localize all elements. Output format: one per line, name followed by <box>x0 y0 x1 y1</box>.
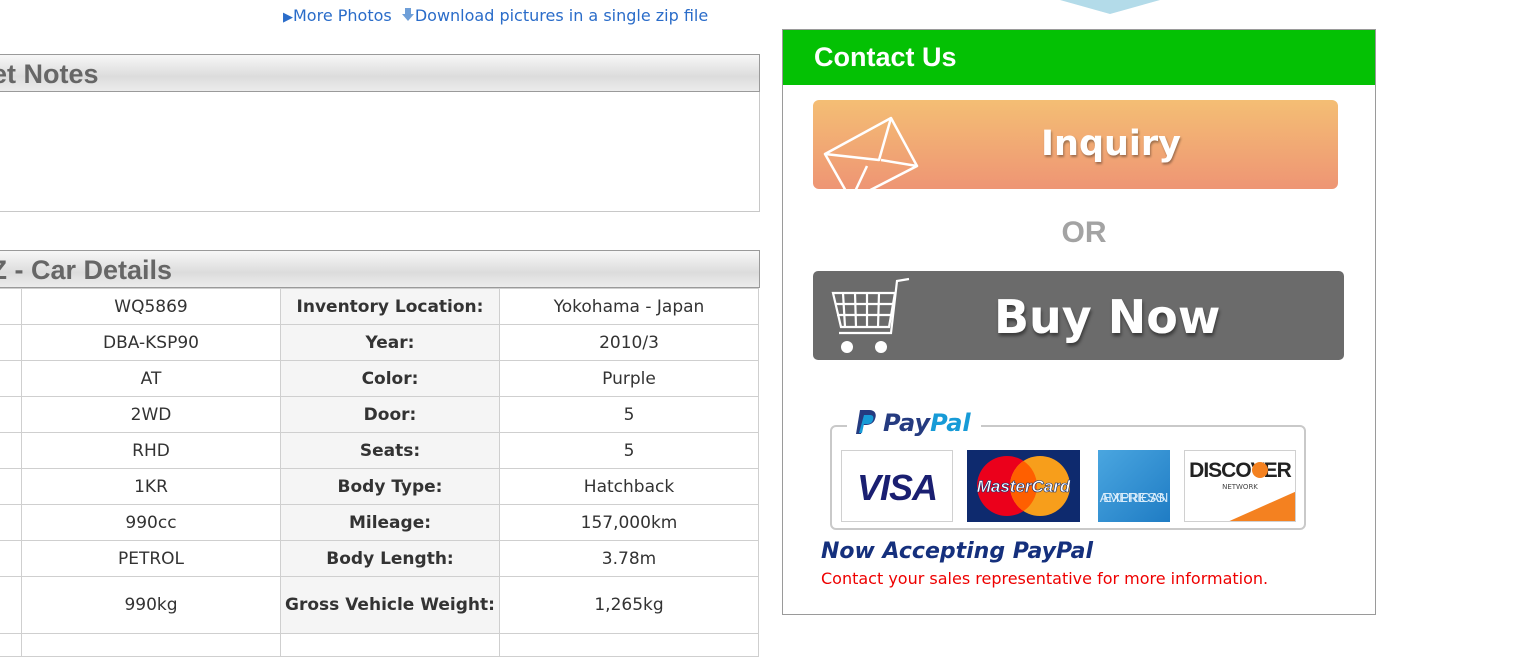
spec-label: Year: <box>280 324 500 361</box>
contact-title: Contact Us <box>783 30 1375 85</box>
spec-value: Purple <box>499 360 759 397</box>
table-row: 2WD Door: 5 <box>0 396 759 433</box>
spec-label: Gross Vehicle Weight: <box>280 576 500 634</box>
spec-value: 157,000km <box>499 504 759 541</box>
spec-label: Inventory Location: <box>280 288 500 325</box>
spec-label: Mileage: <box>280 504 500 541</box>
spec-value: DBA-KSP90 <box>21 324 281 361</box>
spec-label: Seats: <box>280 432 500 469</box>
mastercard-text: MasterCard <box>977 477 1071 496</box>
download-arrow-icon <box>401 8 414 21</box>
shopping-cart-icon <box>831 277 910 353</box>
car-details-header: TZ - Car Details <box>0 250 760 288</box>
table-row <box>0 633 759 657</box>
spec-value: PETROL <box>21 540 281 577</box>
discover-card-logo: DISCOVER NETWORK <box>1184 450 1296 522</box>
scroll-down-indicator <box>1060 0 1160 14</box>
play-arrow-icon: ▶ <box>283 10 293 25</box>
paypal-p-icon <box>856 410 876 434</box>
spec-value: Hatchback <box>499 468 759 505</box>
inquiry-button[interactable]: Inquiry <box>813 100 1338 202</box>
visa-card-logo: VISA <box>841 450 953 522</box>
table-row: 990cc Mileage: 157,000km <box>0 504 759 541</box>
notes-title: eet Notes <box>0 59 99 89</box>
spec-value: 1KR <box>21 468 281 505</box>
spec-label: Body Length: <box>280 540 500 577</box>
mastercard-logo: MasterCard <box>967 450 1080 522</box>
table-row: 1KR Body Type: Hatchback <box>0 468 759 505</box>
paypal-logo: PayPal <box>847 408 981 437</box>
more-photos-link[interactable]: More Photos <box>293 6 392 25</box>
paypal-contact-note: Contact your sales representative for mo… <box>821 569 1269 588</box>
or-divider: OR <box>1061 216 1107 249</box>
car-details-title: TZ - Car Details <box>0 255 173 285</box>
buy-now-button[interactable]: Buy Now <box>813 271 1344 360</box>
spec-value: 5 <box>499 432 759 469</box>
spec-value: 990kg <box>21 576 281 634</box>
contact-panel: Contact Us Inquiry OR Buy Now PayPal VIS… <box>782 29 1376 615</box>
spec-label: Body Type: <box>280 468 500 505</box>
spec-value: 1,265kg <box>499 576 759 634</box>
notes-section-header: eet Notes <box>0 54 760 92</box>
spec-value: 3.78m <box>499 540 759 577</box>
inquiry-label: Inquiry <box>1041 124 1181 164</box>
spec-label: Door: <box>280 396 500 433</box>
spec-value: WQ5869 <box>21 288 281 325</box>
table-row: 990kg Gross Vehicle Weight: 1,265kg <box>0 576 759 634</box>
table-row: RHD Seats: 5 <box>0 432 759 469</box>
table-row: DBA-KSP90 Year: 2010/3 <box>0 324 759 361</box>
paypal-accepting-heading: Now Accepting PayPal <box>821 539 1094 564</box>
spec-label: Color: <box>280 360 500 397</box>
envelope-icon <box>823 116 919 202</box>
table-row: PETROL Body Length: 3.78m <box>0 540 759 577</box>
spec-value: 5 <box>499 396 759 433</box>
photo-links: ▶More Photos Download pictures in a sing… <box>283 6 708 25</box>
spec-value: 2WD <box>21 396 281 433</box>
spec-value: Yokohama - Japan <box>499 288 759 325</box>
spec-value: RHD <box>21 432 281 469</box>
car-details-table: WQ5869 Inventory Location: Yokohama - Japa… <box>0 288 759 657</box>
table-row: WQ5869 Inventory Location: Yokohama - Japa… <box>0 288 759 325</box>
spec-value: AT <box>21 360 281 397</box>
notes-content-box <box>0 92 760 212</box>
buy-now-label: Buy Now <box>994 290 1221 344</box>
table-row: AT Color: Purple <box>0 360 759 397</box>
spec-value: 2010/3 <box>499 324 759 361</box>
download-zip-link[interactable]: Download pictures in a single zip file <box>415 6 708 25</box>
spec-value: 990cc <box>21 504 281 541</box>
amex-card-logo: AMERICAN EXPRESS <box>1098 450 1170 522</box>
